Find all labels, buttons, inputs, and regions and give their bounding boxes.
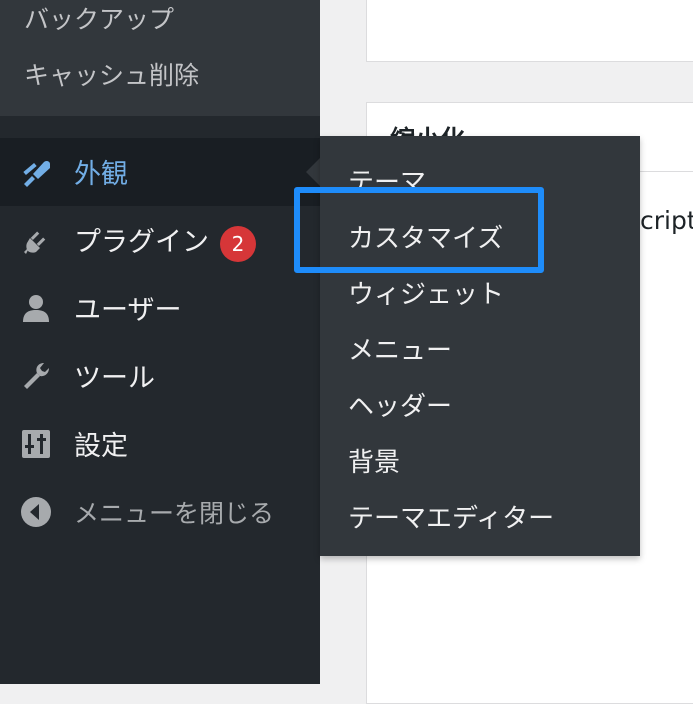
flyout-item-background[interactable]: 背景 [348, 442, 400, 479]
flyout-item-theme-editor[interactable]: テーマエディター [348, 498, 554, 535]
sidebar-item-settings[interactable]: 設定 [0, 410, 320, 478]
collapse-arrow-icon [21, 497, 51, 527]
sidebar-item-label: ツール [74, 363, 155, 394]
settings-submenu: バックアップ キャッシュ削除 [0, 0, 320, 116]
option-text: cript [640, 206, 693, 235]
submenu-item-cache-clear[interactable]: キャッシュ削除 [24, 56, 199, 92]
submenu-item-backup[interactable]: バックアップ [24, 0, 174, 36]
sidebar-item-appearance[interactable]: 外観 [0, 138, 320, 206]
flyout-item-widgets[interactable]: ウィジェット [348, 274, 504, 311]
settings-sliders-icon [22, 430, 50, 458]
sidebar-item-label: 外観 [74, 159, 128, 190]
paint-brush-icon [23, 160, 50, 187]
sidebar-item-label: メニューを閉じる [74, 499, 275, 528]
update-count-badge: 2 [220, 226, 256, 262]
flyout-pointer [306, 158, 320, 186]
sidebar-item-label: プラグイン [74, 227, 209, 258]
sidebar-item-users[interactable]: ユーザー [0, 274, 320, 342]
user-icon [23, 295, 49, 322]
wrench-icon [24, 363, 49, 389]
flyout-item-header[interactable]: ヘッダー [348, 386, 452, 423]
sidebar-item-label: ユーザー [74, 295, 182, 326]
sidebar-item-tools[interactable]: ツール [0, 342, 320, 410]
admin-sidebar: バックアップ キャッシュ削除 外観 プラグイン 2 ユーザー ツール 設定 メニ… [0, 0, 320, 684]
sidebar-item-plugins[interactable]: プラグイン [0, 206, 320, 274]
sidebar-item-label: 設定 [74, 431, 128, 462]
collapse-menu-button[interactable]: メニューを閉じる [0, 478, 320, 546]
customize-highlight-box [294, 187, 544, 273]
plugin-icon [24, 231, 46, 254]
flyout-item-menus[interactable]: メニュー [348, 330, 452, 367]
content-panel-top [366, 0, 693, 62]
